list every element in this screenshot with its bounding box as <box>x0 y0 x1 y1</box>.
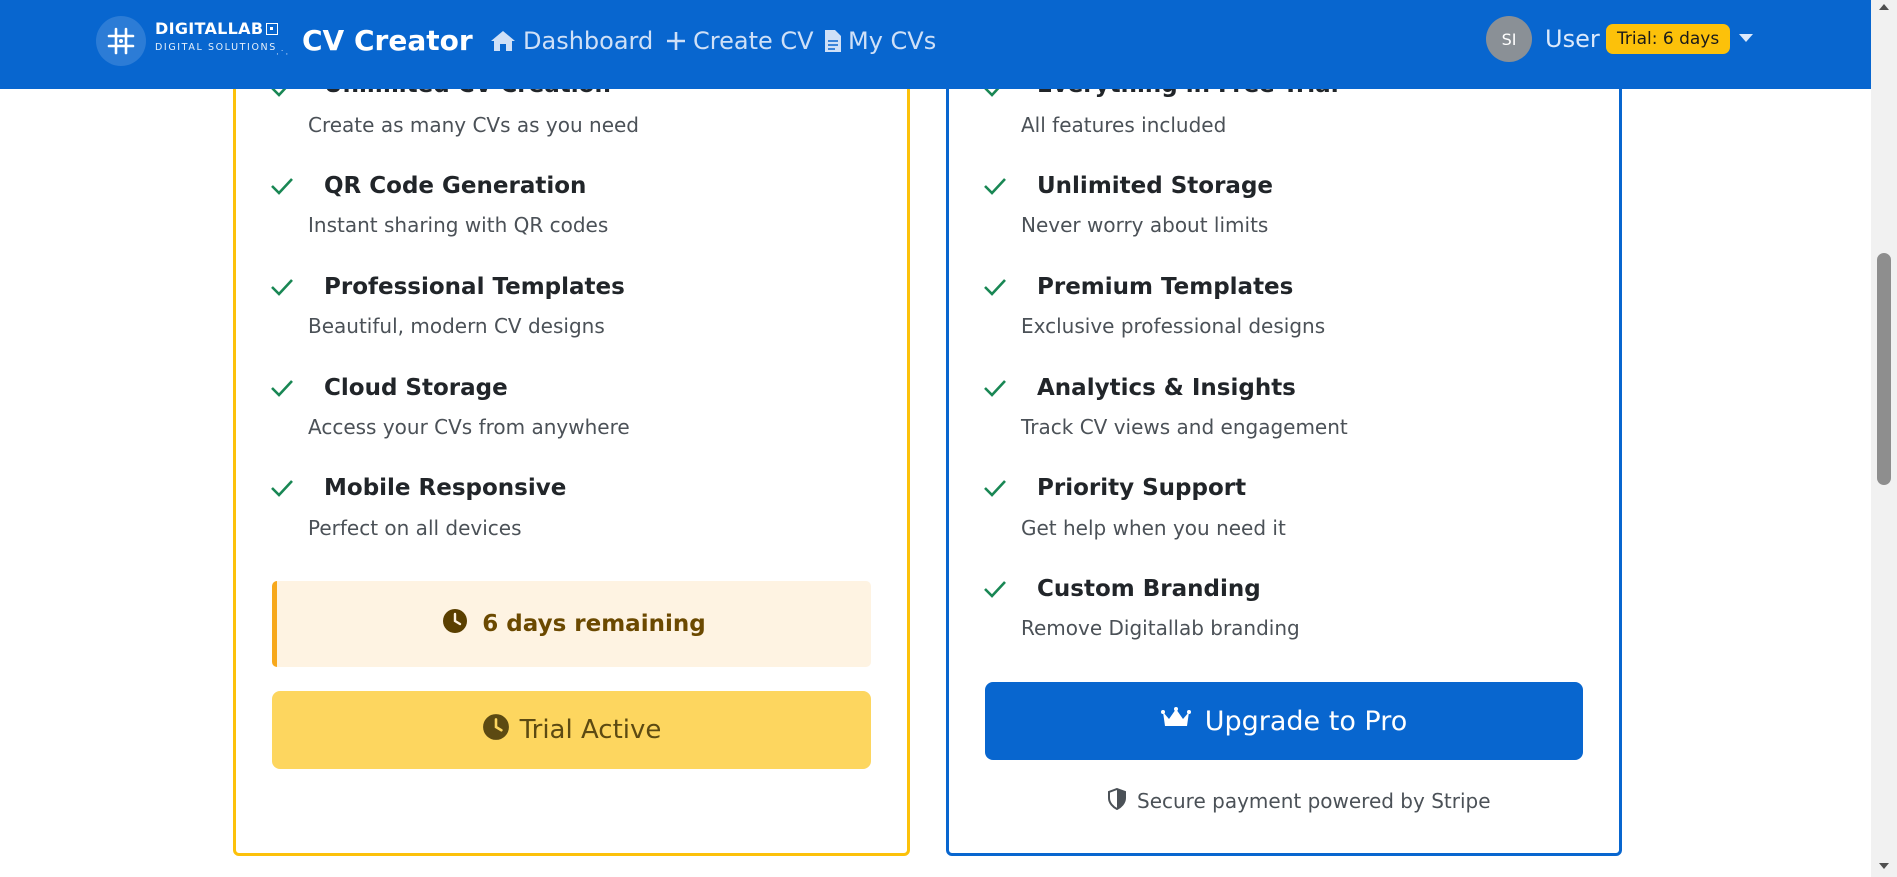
days-remaining-alert: 6 days remaining <box>272 581 871 667</box>
logo-wordmark[interactable]: DIGITALLAB DIGITAL SOLUTIONS <box>155 19 279 54</box>
scroll-down-arrow-icon[interactable] <box>1879 863 1889 869</box>
feature-description: Remove Digitallab branding <box>1021 616 1300 640</box>
trial-status-badge: Trial: 6 days <box>1606 24 1731 54</box>
feature-description: Get help when you need it <box>1021 516 1286 540</box>
clock-icon <box>482 713 510 748</box>
feature-description: Instant sharing with QR codes <box>308 213 609 237</box>
feature-title: Professional Templates <box>324 274 625 300</box>
clock-icon <box>442 608 468 640</box>
secure-payment-note: Secure payment powered by Stripe <box>1107 787 1491 815</box>
feature-title: Premium Templates <box>1037 274 1294 300</box>
trial-active-button[interactable]: Trial Active <box>272 691 871 769</box>
feature-description: Exclusive professional designs <box>1021 314 1326 338</box>
feature-title: Custom Branding <box>1037 576 1261 602</box>
feature-title: Mobile Responsive <box>324 475 567 501</box>
trial-active-label: Trial Active <box>519 715 662 745</box>
check-icon <box>984 178 1006 195</box>
top-navbar: DIGITALLAB DIGITAL SOLUTIONS ·˙· CV Crea… <box>0 0 1871 89</box>
nav-link-label: Create CV <box>693 27 814 55</box>
user-name[interactable]: User <box>1545 23 1600 55</box>
nav-link-dashboard[interactable]: Dashboard <box>489 25 653 57</box>
check-icon <box>984 279 1006 296</box>
check-icon <box>271 279 293 296</box>
nav-link-label: Dashboard <box>523 27 654 55</box>
page-scrollbar[interactable] <box>1871 0 1897 877</box>
feature-title: Cloud Storage <box>324 375 508 401</box>
scroll-up-arrow-icon[interactable] <box>1879 4 1889 10</box>
feature-description: Access your CVs from anywhere <box>308 415 630 439</box>
file-icon <box>824 29 842 53</box>
feature-description: Beautiful, modern CV designs <box>308 314 605 338</box>
chevron-down-icon[interactable] <box>1739 34 1753 42</box>
feature-description: Never worry about limits <box>1021 213 1269 237</box>
upgrade-to-pro-button[interactable]: Upgrade to Pro <box>985 682 1583 760</box>
brand-title[interactable]: CV Creator <box>302 22 473 60</box>
nav-link-create-cv[interactable]: Create CV <box>665 25 814 57</box>
feature-description: All features included <box>1021 113 1227 137</box>
logo-square-icon <box>266 22 279 35</box>
shield-icon <box>1107 787 1127 815</box>
feature-description: Create as many CVs as you need <box>308 113 639 137</box>
plus-icon <box>665 30 687 52</box>
check-icon <box>984 380 1006 397</box>
logo-subtitle: DIGITAL SOLUTIONS <box>155 42 277 53</box>
check-icon <box>984 581 1006 598</box>
days-remaining-text: 6 days remaining <box>482 611 706 637</box>
check-icon <box>271 480 293 497</box>
upgrade-button-label: Upgrade to Pro <box>1204 705 1408 737</box>
scrollbar-thumb[interactable] <box>1877 253 1891 485</box>
avatar[interactable]: SI <box>1486 16 1532 62</box>
check-icon <box>271 178 293 195</box>
logo-dots-icon: ·˙· <box>276 50 290 60</box>
check-icon <box>271 380 293 397</box>
feature-title: Priority Support <box>1037 475 1247 501</box>
logo-name: DIGITALLAB <box>155 19 264 38</box>
nav-link-label: My CVs <box>848 27 937 55</box>
home-icon <box>489 29 517 53</box>
crown-icon <box>1160 706 1191 737</box>
feature-title: QR Code Generation <box>324 173 587 199</box>
feature-title: Analytics & Insights <box>1037 375 1296 401</box>
feature-description: Track CV views and engagement <box>1021 415 1348 439</box>
feature-title: Unlimited Storage <box>1037 173 1274 199</box>
digitallab-logo-icon[interactable] <box>96 16 146 66</box>
feature-description: Perfect on all devices <box>308 516 522 540</box>
check-icon <box>984 480 1006 497</box>
nav-link-my-cvs[interactable]: My CVs <box>824 25 936 57</box>
secure-payment-text: Secure payment powered by Stripe <box>1137 789 1491 813</box>
